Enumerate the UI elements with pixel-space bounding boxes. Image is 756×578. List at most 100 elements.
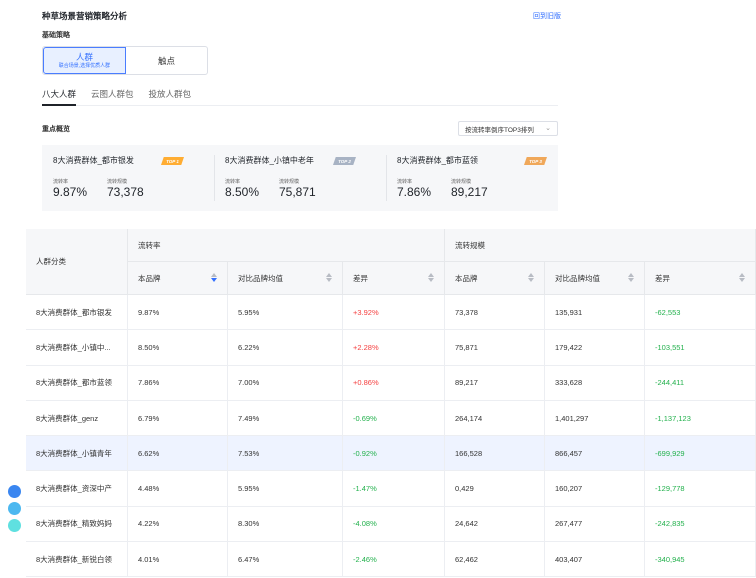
table-cell: +0.86%	[343, 365, 445, 400]
table-cell: 267,477	[545, 506, 645, 542]
card-name: 8大消费群体_都市银发	[53, 156, 134, 165]
table-row[interactable]: 8大消费群体_小镇青年 6.62% 7.53% -0.92% 166,528 866,45…	[26, 436, 756, 472]
table-column-header: 本品牌 对比品牌均值 差异 本品牌 对比品牌均值 差异	[128, 262, 756, 295]
rate-value: 8.50%	[225, 185, 260, 199]
crowd-name-cell: 8大消费群体_小镇中...	[26, 330, 128, 365]
table-row[interactable]: 8大消费群体_精致妈妈 4.22% 8.30% -4.08% 24,642 267,477…	[26, 506, 756, 543]
rate-value: 7.86%	[397, 185, 432, 199]
table-row[interactable]: 8大消费群体_genz 6.79% 7.49% -0.69% 264,174 1,401,…	[26, 400, 756, 437]
strategy-option-label: 人群	[75, 51, 93, 62]
crowd-name-cell: 8大消费群体_都市银发	[26, 295, 128, 330]
table-cell: -103,551	[645, 330, 756, 365]
table-cell: 333,628	[545, 365, 645, 400]
table-row[interactable]: 8大消费群体_小镇中... 8.50% 6.22% +2.28% 75,871 179,4…	[26, 330, 756, 366]
strategy-option-touchpoint[interactable]: 触点	[126, 47, 207, 74]
sort-icon	[528, 273, 534, 283]
overview-label: 重点概览	[42, 126, 70, 133]
column-header-compare-rate[interactable]: 对比品牌均值	[228, 262, 343, 294]
table-cell: 6.79%	[128, 400, 228, 436]
table-cell: 4.01%	[128, 542, 228, 577]
chevron-down-icon: ⌄	[545, 125, 551, 132]
table-cell: -4.08%	[343, 506, 445, 542]
table-cell: 89,217	[445, 365, 545, 400]
scale-value: 73,378	[107, 185, 144, 199]
column-header-label: 差异	[655, 273, 670, 283]
card-name: 8大消费群体_小镇中老年	[225, 156, 314, 165]
column-header-label: 对比品牌均值	[238, 273, 283, 283]
table-cell: 166,528	[445, 436, 545, 471]
table-row[interactable]: 8大消费群体_资深中产 4.48% 5.95% -1.47% 0,429 160,207-…	[26, 471, 756, 507]
column-header-diff-scale[interactable]: 差异	[645, 262, 756, 294]
table-cell: -0.92%	[343, 436, 445, 471]
table-cell: -1.47%	[343, 471, 445, 506]
table-cell: 7.86%	[128, 365, 228, 400]
scale-label: 流转规模	[107, 179, 128, 185]
sort-icon	[326, 273, 332, 283]
column-header-label: 本品牌	[455, 273, 478, 283]
scale-label: 流转规模	[279, 179, 300, 185]
table-cell: 160,207	[545, 471, 645, 506]
column-header-brand-scale[interactable]: 本品牌	[445, 262, 545, 294]
rate-label: 流转率	[53, 179, 69, 185]
table-cell: -1,137,123	[645, 400, 756, 436]
overview-cards: 8大消费群体_都市银发 TOP 1 流转率 9.87% 流转规模 73,378 …	[42, 145, 558, 211]
table-cell: 62,462	[445, 542, 545, 577]
overview-card: 8大消费群体_都市蓝领 TOP 3 流转率 7.86% 流转规模 89,217	[386, 145, 558, 211]
strategy-option-crowd[interactable]: 人群 联合场景,选择优质人群	[43, 47, 126, 74]
back-to-old-version-link[interactable]: 回到旧版	[533, 11, 561, 21]
table-cell: -2.46%	[343, 542, 445, 577]
table-cell: 264,174	[445, 400, 545, 436]
crowd-name-cell: 8大消费群体_新锐白领	[26, 542, 128, 577]
floating-dot-button[interactable]	[8, 519, 21, 532]
sort-icon	[739, 273, 745, 283]
rate-value: 9.87%	[53, 185, 88, 199]
tab-cloud-crowd-pack[interactable]: 云图人群包	[91, 86, 134, 106]
table-cell: 4.22%	[128, 506, 228, 542]
table-cell: +3.92%	[343, 295, 445, 330]
floating-dot-button[interactable]	[8, 485, 21, 498]
table-cell: -129,778	[645, 471, 756, 506]
scale-label: 流转规模	[451, 179, 472, 185]
table-cell: 5.95%	[228, 471, 343, 506]
crowd-name-cell: 8大消费群体_精致妈妈	[26, 506, 128, 542]
column-header-label: 对比品牌均值	[555, 273, 600, 283]
table-row[interactable]: 8大消费群体_都市银发 9.87% 5.95% +3.92% 73,378 135,931…	[26, 295, 756, 331]
crowd-name-cell: 8大消费群体_小镇青年	[26, 436, 128, 471]
floating-dot-button[interactable]	[8, 502, 21, 515]
header-crowd-category: 人群分类	[26, 229, 128, 295]
table-cell: 866,457	[545, 436, 645, 471]
table-cell: 75,871	[445, 330, 545, 365]
sort-select[interactable]: 按流转率倒序TOP3排列 ⌄	[458, 121, 558, 136]
strategy-label: 基础策略	[42, 32, 70, 39]
crowd-name-cell: 8大消费群体_资深中产	[26, 471, 128, 506]
table-cell: -0.69%	[343, 400, 445, 436]
page-title: 种草场景营销策略分析	[42, 11, 128, 21]
column-header-label: 本品牌	[138, 273, 161, 283]
column-header-diff-rate[interactable]: 差异	[343, 262, 445, 294]
strategy-option-label: 触点	[157, 55, 175, 66]
overview-card: 8大消费群体_小镇中老年 TOP 2 流转率 8.50% 流转规模 75,871	[214, 145, 386, 211]
table-row[interactable]: 8大消费群体_都市蓝领 7.86% 7.00% +0.86% 89,217 333,628…	[26, 365, 756, 401]
table-row[interactable]: 8大消费群体_新锐白领 4.01% 6.47% -2.46% 62,462 403,407…	[26, 542, 756, 578]
table-cell: 6.47%	[228, 542, 343, 577]
table-cell: 179,422	[545, 330, 645, 365]
table-cell: +2.28%	[343, 330, 445, 365]
table-cell: -699,929	[645, 436, 756, 471]
table-cell: 7.00%	[228, 365, 343, 400]
column-header-brand-rate[interactable]: 本品牌	[128, 262, 228, 294]
table-body: 8大消费群体_都市银发 9.87% 5.95% +3.92% 73,378 135,931…	[26, 295, 756, 578]
table-cell: -62,553	[645, 295, 756, 330]
strategy-option-sub: 联合场景,选择优质人群	[58, 62, 111, 69]
crowd-name-cell: 8大消费群体_genz	[26, 400, 128, 436]
sort-icon	[428, 273, 434, 283]
card-name: 8大消费群体_都市蓝领	[397, 156, 478, 165]
table-cell: 403,407	[545, 542, 645, 577]
column-header-compare-scale[interactable]: 对比品牌均值	[545, 262, 645, 294]
tab-ad-crowd-pack[interactable]: 投放人群包	[149, 86, 192, 106]
table-cell: 8.30%	[228, 506, 343, 542]
strategy-segmented-control: 人群 联合场景,选择优质人群 触点	[42, 46, 208, 75]
rate-label: 流转率	[225, 179, 241, 185]
table-cell: -340,945	[645, 542, 756, 577]
tab-eight-crowds[interactable]: 八大人群	[42, 86, 77, 106]
rank-badge: TOP 2	[333, 157, 356, 165]
